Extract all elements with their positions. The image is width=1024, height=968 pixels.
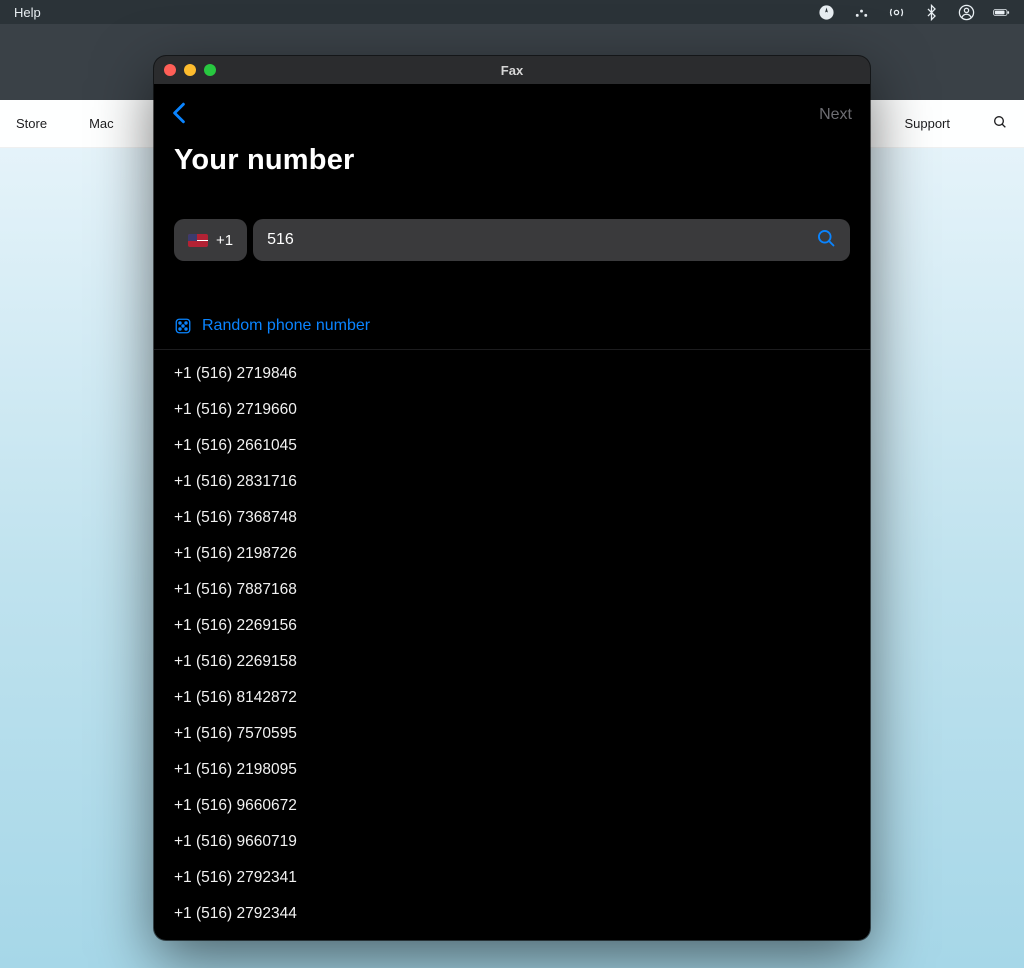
battery-icon[interactable]: [993, 4, 1010, 21]
system-menubar: Help: [0, 0, 1024, 24]
phone-number-row[interactable]: +1 (516) 9660719: [154, 824, 870, 860]
phone-number-row[interactable]: +1 (516) 2198726: [154, 536, 870, 572]
country-code-selector[interactable]: +1: [174, 219, 247, 261]
phone-number-row[interactable]: +1 (516) 2269156: [154, 608, 870, 644]
country-code-label: +1: [216, 232, 233, 249]
phone-number-row[interactable]: +1 (516) 2792341: [154, 860, 870, 896]
phone-number-row[interactable]: +1 (516) 2269158: [154, 644, 870, 680]
search-input[interactable]: [267, 231, 812, 249]
phone-number-row[interactable]: +1 (516) 7570595: [154, 716, 870, 752]
random-number-button[interactable]: Random phone number: [154, 303, 870, 350]
random-number-label: Random phone number: [202, 317, 370, 335]
phone-number-row[interactable]: +1 (516) 7887168: [154, 572, 870, 608]
airdrop-icon[interactable]: [888, 4, 905, 21]
help-menu[interactable]: Help: [14, 5, 41, 20]
phone-number-row[interactable]: +1 (516) 2831716: [154, 464, 870, 500]
phone-number-row[interactable]: +1 (516) 2719660: [154, 392, 870, 428]
phone-number-row[interactable]: +1 (516) 2198095: [154, 752, 870, 788]
search-icon[interactable]: [812, 228, 840, 253]
phone-number-row[interactable]: +1 (516) 2661045: [154, 428, 870, 464]
bg-search-icon[interactable]: [992, 114, 1008, 133]
control-center-icon[interactable]: [853, 4, 870, 21]
phone-number-row[interactable]: +1 (516) 9660672: [154, 788, 870, 824]
zoom-icon[interactable]: [204, 64, 216, 76]
phone-number-row[interactable]: +1 (516) 8142872: [154, 680, 870, 716]
bg-nav-mac[interactable]: Mac: [89, 116, 114, 131]
us-flag-icon: [188, 234, 208, 247]
phone-number-list[interactable]: +1 (516) 2719846+1 (516) 2719660+1 (516)…: [154, 350, 870, 940]
phone-number-row[interactable]: +1 (516) 2792344: [154, 896, 870, 932]
window-titlebar[interactable]: Fax: [154, 56, 870, 84]
bg-nav-store[interactable]: Store: [16, 116, 47, 131]
back-button[interactable]: [166, 100, 192, 131]
random-icon: [174, 317, 192, 335]
close-icon[interactable]: [164, 64, 176, 76]
bg-nav-support[interactable]: Support: [904, 116, 950, 131]
number-search-field[interactable]: [253, 219, 850, 261]
bluetooth-icon[interactable]: [923, 4, 940, 21]
minimize-icon[interactable]: [184, 64, 196, 76]
account-icon[interactable]: [958, 4, 975, 21]
phone-number-row[interactable]: +1 (516) 2719846: [154, 356, 870, 392]
fax-window: Fax Next Your number +1 Random phone num…: [154, 56, 870, 940]
phone-number-row[interactable]: +1 (516) 7368748: [154, 500, 870, 536]
location-icon[interactable]: [818, 4, 835, 21]
page-title: Your number: [154, 128, 870, 177]
next-button: Next: [819, 106, 852, 124]
window-title: Fax: [154, 63, 870, 78]
